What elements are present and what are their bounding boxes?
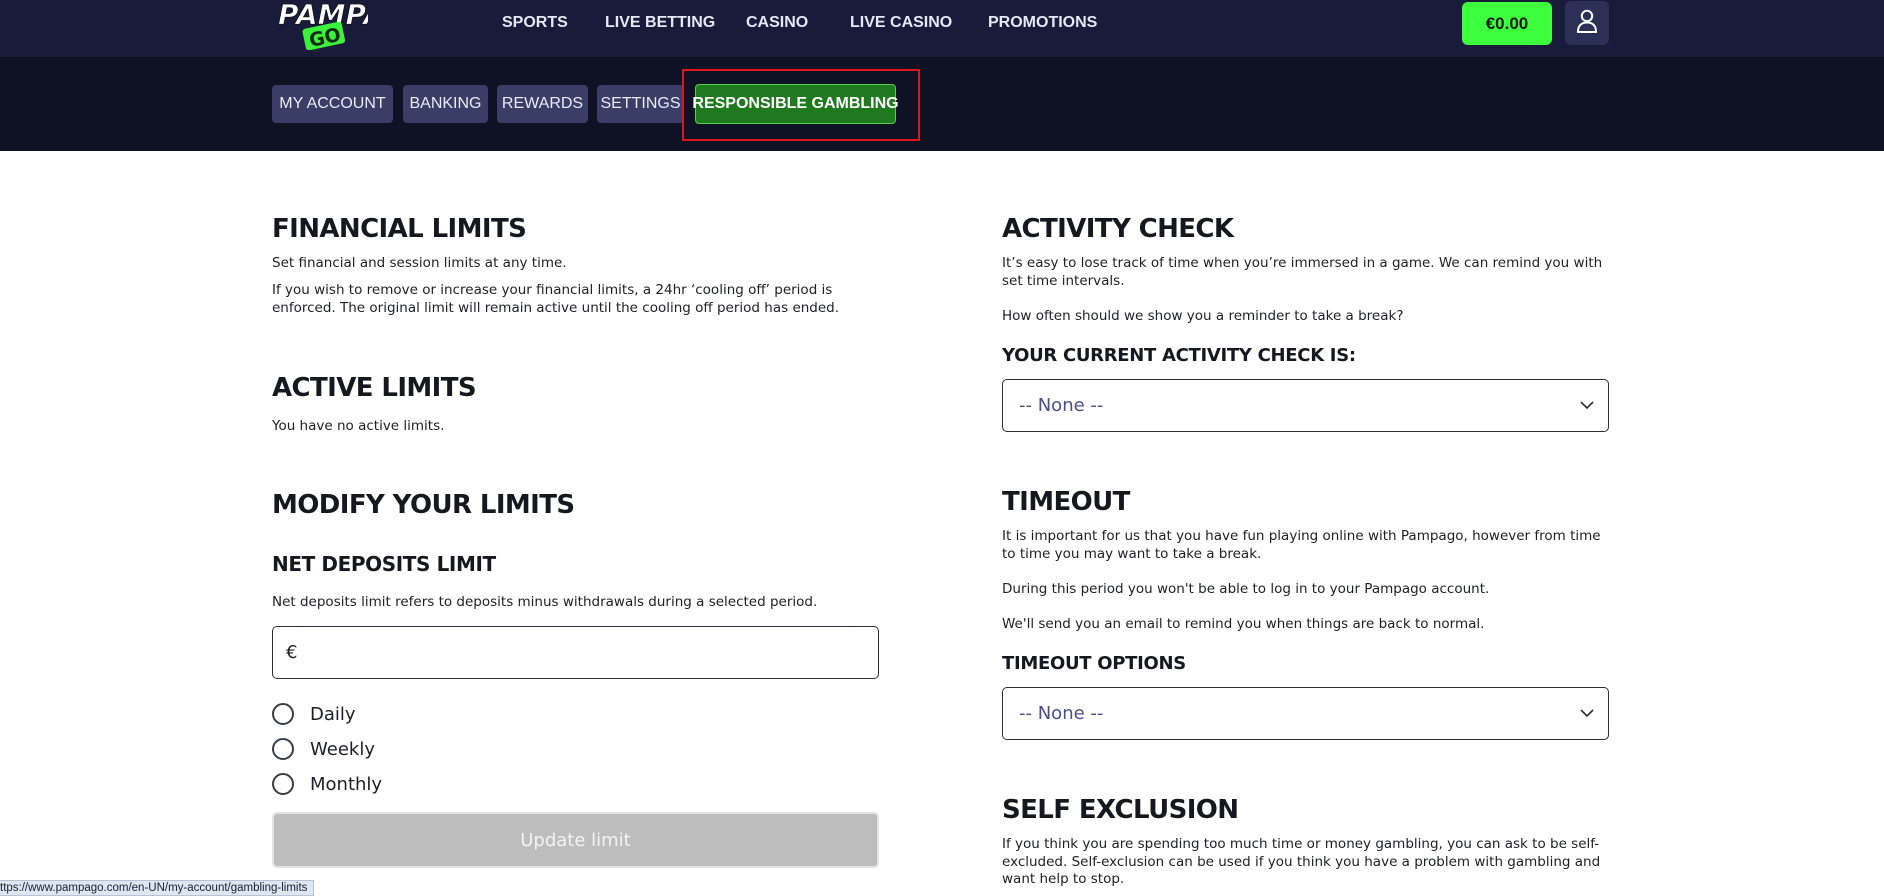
net-deposit-amount-input[interactable]: € xyxy=(272,626,879,679)
self-exclusion-heading: SELF EXCLUSION xyxy=(1002,795,1239,825)
balance-button[interactable]: €0.00 xyxy=(1462,2,1552,45)
tab-settings[interactable]: SETTINGS xyxy=(597,85,684,123)
account-sub-navigation: MY ACCOUNT BANKING REWARDS SETTINGS RESP… xyxy=(0,57,1884,151)
timeout-text-3: We'll send you an email to remind you wh… xyxy=(1002,616,1485,632)
active-limits-heading: ACTIVE LIMITS xyxy=(272,373,477,403)
tab-responsible-gambling[interactable]: RESPONSIBLE GAMBLING xyxy=(692,84,899,124)
timeout-text-2: During this period you won't be able to … xyxy=(1002,581,1490,597)
pampago-logo[interactable]: PAMPA GO xyxy=(278,0,386,52)
top-navigation-bar: PAMPA GO SPORTS LIVE BETTING CASINO LIVE… xyxy=(0,0,1884,57)
net-deposits-limit-heading: NET DEPOSITS LIMIT xyxy=(272,552,496,576)
chevron-down-icon xyxy=(1580,399,1594,413)
tab-rewards[interactable]: REWARDS xyxy=(497,85,588,123)
browser-status-url: ttps://www.pampago.com/en-UN/my-account/… xyxy=(0,880,315,896)
modify-limits-heading: MODIFY YOUR LIMITS xyxy=(272,490,575,520)
update-limit-button[interactable]: Update limit xyxy=(272,812,879,868)
select-value: -- None -- xyxy=(1019,703,1104,724)
currency-symbol: € xyxy=(286,642,298,663)
tab-banking[interactable]: BANKING xyxy=(403,85,488,123)
financial-limits-text: Set financial and session limits at any … xyxy=(272,255,567,271)
nav-casino[interactable]: CASINO xyxy=(746,14,808,32)
tab-my-account[interactable]: MY ACCOUNT xyxy=(272,85,393,123)
period-radio-daily[interactable]: Daily xyxy=(272,700,356,728)
user-icon xyxy=(1576,9,1598,37)
period-radio-monthly[interactable]: Monthly xyxy=(272,770,382,798)
nav-sports[interactable]: SPORTS xyxy=(502,14,568,32)
radio-label: Weekly xyxy=(310,738,375,760)
activity-check-heading: ACTIVITY CHECK xyxy=(1002,214,1234,244)
radio-circle[interactable] xyxy=(272,773,294,795)
active-limits-text: You have no active limits. xyxy=(272,418,445,434)
activity-check-question: How often should we show you a reminder … xyxy=(1002,308,1404,324)
nav-live-casino[interactable]: LIVE CASINO xyxy=(850,14,952,32)
timeout-text-1: It is important for us that you have fun… xyxy=(1002,528,1601,562)
select-value: -- None -- xyxy=(1019,395,1104,416)
user-account-button[interactable] xyxy=(1565,1,1609,45)
cooling-off-text: If you wish to remove or increase your f… xyxy=(272,282,840,316)
chevron-down-icon xyxy=(1580,707,1594,721)
timeout-heading: TIMEOUT xyxy=(1002,487,1130,517)
self-exclusion-text: If you think you are spending too much t… xyxy=(1002,836,1601,887)
nav-live-betting[interactable]: LIVE BETTING xyxy=(605,14,715,32)
radio-circle[interactable] xyxy=(272,738,294,760)
radio-circle[interactable] xyxy=(272,703,294,725)
activity-check-text: It’s easy to lose track of time when you… xyxy=(1002,255,1603,289)
timeout-options-label: TIMEOUT OPTIONS xyxy=(1002,653,1186,674)
period-radio-weekly[interactable]: Weekly xyxy=(272,735,375,763)
timeout-options-select[interactable]: -- None -- xyxy=(1002,687,1609,740)
radio-label: Monthly xyxy=(310,773,383,795)
net-deposits-description: Net deposits limit refers to deposits mi… xyxy=(272,594,818,610)
financial-limits-heading: FINANCIAL LIMITS xyxy=(272,214,527,244)
activity-check-select[interactable]: -- None -- xyxy=(1002,379,1609,432)
radio-label: Daily xyxy=(310,703,356,725)
nav-promotions[interactable]: PROMOTIONS xyxy=(988,14,1097,32)
current-activity-check-label: YOUR CURRENT ACTIVITY CHECK IS: xyxy=(1002,345,1356,366)
